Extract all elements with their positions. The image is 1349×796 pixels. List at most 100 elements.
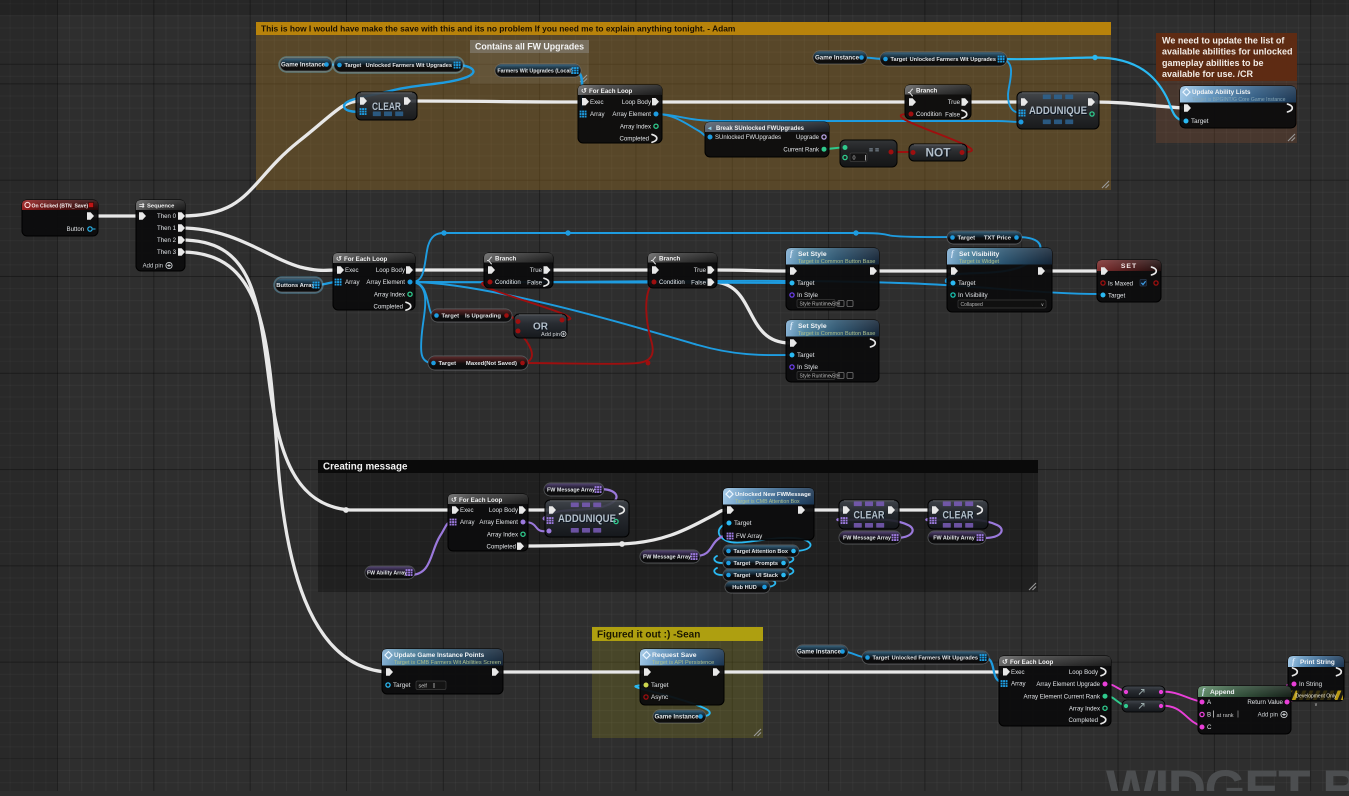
svg-text:Return Value: Return Value: [1247, 699, 1283, 706]
svg-text:TXT Price: TXT Price: [984, 236, 1012, 242]
svg-text:Current Rank: Current Rank: [783, 147, 820, 153]
svg-text:Figured it out :) -Sean: Figured it out :) -Sean: [597, 630, 700, 641]
svg-text:B: B: [1207, 712, 1211, 719]
svg-text:Target: Target: [442, 314, 460, 320]
svg-text:Target is Widget: Target is Widget: [959, 259, 1000, 265]
svg-text:In Visibility: In Visibility: [958, 292, 988, 299]
svg-text:NOT: NOT: [926, 147, 951, 159]
svg-text:CLEAR: CLEAR: [943, 509, 974, 521]
svg-text:Hub HUD: Hub HUD: [732, 585, 757, 591]
svg-text:↺: ↺: [451, 497, 457, 504]
svg-text:Then 1: Then 1: [157, 225, 177, 232]
svg-text:Append: Append: [1210, 689, 1235, 696]
svg-text:Development Only: Development Only: [1295, 694, 1337, 700]
svg-text:Array Element: Array Element: [366, 279, 405, 286]
svg-text:Then 2: Then 2: [157, 237, 177, 244]
svg-text:Target: Target: [1191, 118, 1209, 125]
svg-text:available for use. /CR: available for use. /CR: [1162, 69, 1254, 79]
svg-text:Farmers Wit Upgrades (Local): Farmers Wit Upgrades (Local): [497, 69, 573, 75]
svg-text:Game Instance: Game Instance: [797, 649, 842, 656]
svg-text:Branch: Branch: [916, 87, 938, 94]
svg-text:Exec: Exec: [590, 99, 604, 106]
svg-text:Maxed(Not Saved): Maxed(Not Saved): [466, 361, 517, 367]
svg-text:self: self: [419, 683, 428, 689]
svg-text:Target: Target: [345, 63, 362, 69]
svg-text:Array Index: Array Index: [620, 123, 651, 130]
svg-text:Set Style: Set Style: [798, 323, 827, 330]
svg-text:FW Message Array: FW Message Array: [643, 555, 691, 561]
svg-text:C: C: [1207, 724, 1212, 731]
svg-text:Array: Array: [345, 279, 361, 286]
svg-text:Creating message: Creating message: [323, 462, 408, 473]
svg-text:CLEAR: CLEAR: [372, 101, 401, 113]
svg-text:Is Maxed: Is Maxed: [1108, 280, 1134, 287]
svg-text:↺: ↺: [581, 88, 587, 95]
svg-text:Target: Target: [734, 549, 751, 555]
svg-text:Array Element Current Rank: Array Element Current Rank: [1023, 693, 1100, 700]
svg-text:False: False: [945, 111, 961, 118]
svg-text:Completed: Completed: [1069, 717, 1098, 724]
svg-text:Target: Target: [734, 520, 752, 527]
svg-text:Target: Target: [891, 57, 908, 63]
svg-text:False: False: [691, 279, 707, 286]
svg-text:Target is API Persistence: Target is API Persistence: [652, 660, 714, 666]
svg-text:Exec: Exec: [1011, 669, 1025, 676]
svg-text:Condition: Condition: [659, 279, 685, 286]
svg-text:Unlocked Farmers Wit Upgrades: Unlocked Farmers Wit Upgrades: [892, 656, 978, 662]
svg-text:↺: ↺: [1002, 659, 1008, 666]
svg-text:0: 0: [853, 155, 856, 161]
svg-text:Array Element: Array Element: [612, 111, 651, 118]
svg-text:Completed: Completed: [487, 543, 516, 550]
svg-text:Array: Array: [590, 111, 606, 118]
svg-text:◂: ◂: [707, 125, 712, 132]
svg-text:Collapsed: Collapsed: [961, 302, 983, 308]
svg-text:Branch: Branch: [659, 255, 681, 262]
svg-text:Target: Target: [873, 656, 890, 662]
svg-text:True: True: [530, 267, 543, 274]
svg-text:Buttons Array: Buttons Array: [276, 283, 315, 289]
svg-text:Add pin: Add pin: [143, 264, 163, 270]
svg-text:True: True: [948, 99, 961, 106]
svg-text:Loop Body: Loop Body: [489, 507, 519, 514]
svg-text:WIDGET BP: WIDGET BP: [1106, 760, 1349, 791]
svg-text:Branch: Branch: [495, 255, 517, 262]
svg-text:Unlocked New FWMessage: Unlocked New FWMessage: [735, 492, 812, 498]
svg-text:Loop Body: Loop Body: [376, 267, 406, 274]
svg-text:For Each Loop: For Each Loop: [589, 88, 633, 95]
svg-text:Target: Target: [439, 361, 457, 367]
svg-text:Target is CMB Attention Box: Target is CMB Attention Box: [735, 499, 800, 505]
svg-text:= =: = =: [869, 148, 879, 155]
svg-text:FW Message Array: FW Message Array: [547, 488, 595, 494]
svg-text:Array: Array: [1011, 681, 1027, 688]
svg-text:ADDUNIQUE: ADDUNIQUE: [1029, 105, 1087, 117]
svg-text:False: False: [527, 279, 543, 286]
svg-text:Break SUnlocked FWUpgrades: Break SUnlocked FWUpgrades: [716, 126, 805, 132]
svg-text:For Each Loop: For Each Loop: [1010, 659, 1054, 666]
svg-text:Then 0: Then 0: [157, 213, 177, 220]
svg-text:We need to update the list of: We need to update the list of: [1162, 36, 1285, 46]
svg-text:SET: SET: [1121, 263, 1137, 270]
svg-text:Exec: Exec: [460, 507, 474, 514]
svg-text:⇉: ⇉: [139, 203, 145, 210]
svg-text:Target: Target: [797, 352, 815, 359]
svg-text:↺: ↺: [336, 256, 342, 263]
svg-text:Is Upgrading: Is Upgrading: [465, 314, 501, 320]
svg-text:at rank: at rank: [1217, 713, 1234, 719]
svg-text:Async: Async: [651, 694, 668, 701]
svg-text:Game Instance: Game Instance: [654, 714, 699, 721]
svg-text:For Each Loop: For Each Loop: [344, 256, 388, 263]
svg-text:Update Ability Lists: Update Ability Lists: [1192, 89, 1251, 96]
svg-text:This is how I would have make: This is how I would have make the save w…: [261, 24, 735, 34]
svg-text:Target: Target: [958, 236, 976, 242]
svg-text:In Style: In Style: [797, 364, 818, 371]
svg-text:CLEAR: CLEAR: [854, 509, 885, 521]
svg-text:Completed: Completed: [374, 303, 403, 310]
svg-text:Set Style: Set Style: [798, 251, 827, 258]
svg-text:Print String: Print String: [1300, 659, 1335, 666]
svg-text:SUnlocked FWUpgrades: SUnlocked FWUpgrades: [715, 135, 781, 141]
svg-text:Array Element Upgrade: Array Element Upgrade: [1036, 681, 1100, 688]
svg-text:Game Instance: Game Instance: [815, 55, 860, 62]
svg-text:Game Instance: Game Instance: [281, 62, 326, 69]
svg-text:Target is CMB Farmers Wit Abil: Target is CMB Farmers Wit Abilities Scre…: [394, 660, 501, 666]
svg-text:Unlocked Farmers Wit Upgrades: Unlocked Farmers Wit Upgrades: [910, 57, 996, 63]
